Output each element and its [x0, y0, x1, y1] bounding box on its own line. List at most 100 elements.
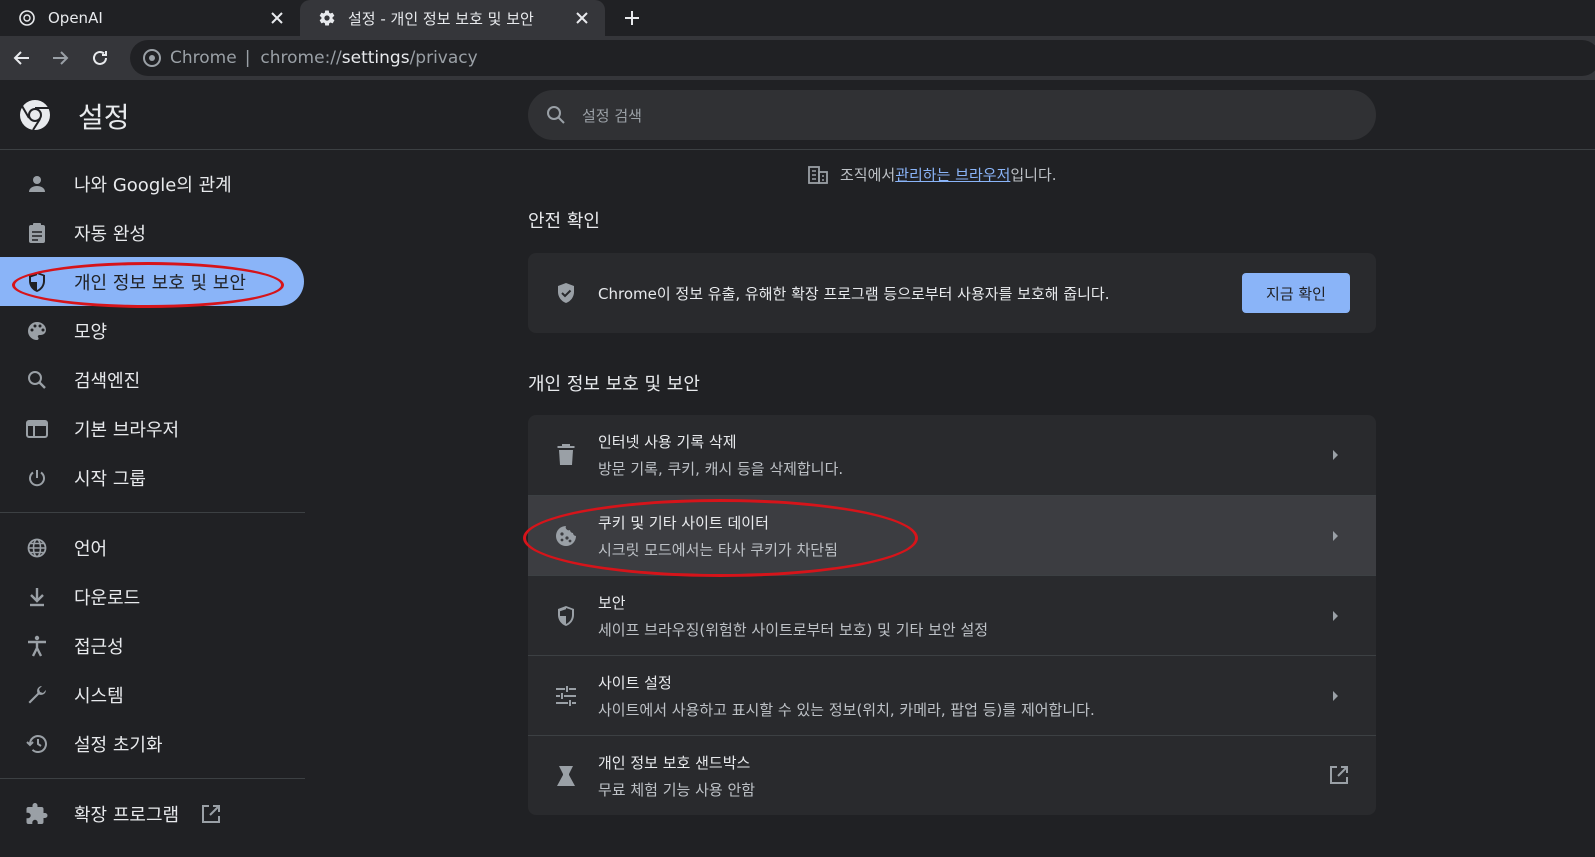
open-in-new-icon[interactable] [1328, 764, 1350, 786]
tab-label: OpenAI [48, 9, 103, 27]
sidebar-item-label: 자동 완성 [74, 223, 146, 245]
palette-icon [26, 320, 48, 342]
row-title: 사이트 설정 [598, 673, 672, 692]
new-tab-button[interactable] [618, 4, 646, 32]
sidebar-item-label: 검색엔진 [74, 370, 141, 392]
row-text: 인터넷 사용 기록 삭제 방문 기록, 쿠키, 캐시 등을 삭제합니다. [598, 431, 843, 479]
row-cookies[interactable]: 쿠키 및 기타 사이트 데이터 시크릿 모드에서는 타사 쿠키가 차단됨 [528, 495, 1376, 575]
managed-prefix: 조직에서 [840, 166, 896, 184]
tab-openai[interactable]: OpenAI [0, 0, 300, 36]
row-clear-browsing-data[interactable]: 인터넷 사용 기록 삭제 방문 기록, 쿠키, 캐시 등을 삭제합니다. [528, 415, 1376, 495]
shield-icon [26, 271, 48, 293]
tab-strip: OpenAI 설정 - 개인 정보 보호 및 보안 [0, 0, 1595, 36]
tab-label: 설정 - 개인 정보 보호 및 보안 [348, 9, 534, 28]
row-subtitle: 시크릿 모드에서는 타사 쿠키가 차단됨 [598, 540, 838, 559]
privacy-section-title: 개인 정보 보호 및 보안 [528, 374, 700, 395]
privacy-list: 인터넷 사용 기록 삭제 방문 기록, 쿠키, 캐시 등을 삭제합니다. 쿠키 … [528, 415, 1376, 815]
row-privacy-sandbox[interactable]: 개인 정보 보호 샌드박스 무료 체험 기능 사용 안함 [528, 735, 1376, 815]
omnibox-chip: Chrome [170, 48, 237, 68]
sidebar-item-accessibility[interactable]: 접근성 [0, 621, 305, 670]
search-icon [547, 106, 565, 124]
person-icon [26, 173, 48, 195]
plus-icon [625, 11, 639, 25]
sidebar-item-label: 시스템 [74, 685, 124, 707]
sidebar-item-label: 모양 [74, 321, 108, 343]
sidebar: 나와 Google의 관계 자동 완성 개인 정보 보호 및 보안 모양 검색엔… [0, 150, 305, 838]
reload-button[interactable] [86, 44, 114, 72]
row-subtitle: 방문 기록, 쿠키, 캐시 등을 삭제합니다. [598, 460, 844, 478]
row-text: 쿠키 및 기타 사이트 데이터 시크릿 모드에서는 타사 쿠키가 차단됨 [598, 512, 838, 560]
forward-button[interactable] [46, 44, 74, 72]
sidebar-item-extensions[interactable]: 확장 프로그램 [0, 789, 305, 838]
wrench-icon [26, 684, 48, 706]
omnibox-separator: | [244, 48, 251, 68]
managed-suffix: 입니다. [1010, 166, 1057, 184]
sidebar-item-label: 기본 브라우저 [74, 419, 180, 441]
row-text: 개인 정보 보호 샌드박스 무료 체험 기능 사용 안함 [598, 752, 755, 800]
sidebar-item-on-startup[interactable]: 시작 그룹 [0, 453, 305, 502]
sidebar-item-you-and-google[interactable]: 나와 Google의 관계 [0, 159, 305, 208]
open-in-new-icon [201, 804, 221, 824]
url-host: settings [341, 48, 410, 68]
safety-check-text: Chrome이 정보 유출, 유해한 확장 프로그램 등으로부터 사용자를 보호… [598, 284, 1110, 303]
globe-icon [26, 537, 48, 559]
sidebar-item-privacy[interactable]: 개인 정보 보호 및 보안 [0, 257, 304, 306]
safety-check-card: Chrome이 정보 유출, 유해한 확장 프로그램 등으로부터 사용자를 보호… [528, 253, 1376, 333]
browser-icon [26, 418, 48, 440]
managed-notice: 조직에서 관리하는 브라우저 입니다. [808, 164, 1057, 185]
search-placeholder: 설정 검색 [582, 106, 642, 125]
close-icon[interactable] [268, 9, 286, 27]
settings-search-input[interactable]: 설정 검색 [528, 90, 1376, 140]
close-icon[interactable] [573, 9, 591, 27]
sidebar-item-label: 확장 프로그램 [74, 804, 180, 826]
sidebar-item-reset[interactable]: 설정 초기화 [0, 719, 305, 768]
row-text: 보안 세이프 브라우징(위험한 사이트로부터 보호) 및 기타 보안 설정 [598, 592, 988, 640]
tab-settings[interactable]: 설정 - 개인 정보 보호 및 보안 [300, 0, 605, 36]
back-button[interactable] [8, 44, 36, 72]
sidebar-item-label: 나와 Google의 관계 [74, 174, 232, 196]
url-path: /privacy [409, 48, 478, 68]
address-bar[interactable]: Chrome | chrome://settings/privacy [130, 40, 1595, 76]
sidebar-item-label: 설정 초기화 [74, 734, 163, 756]
row-site-settings[interactable]: 사이트 설정 사이트에서 사용하고 표시할 수 있는 정보(위치, 카메라, 팝… [528, 655, 1376, 735]
clipboard-icon [26, 222, 48, 244]
chevron-right-icon [1326, 686, 1346, 706]
puzzle-icon [26, 802, 48, 825]
sidebar-divider [0, 512, 305, 513]
download-icon [26, 586, 48, 608]
history-icon [26, 733, 48, 755]
sidebar-item-languages[interactable]: 언어 [0, 523, 305, 572]
sidebar-item-label: 개인 정보 보호 및 보안 [74, 272, 246, 294]
row-subtitle: 세이프 브라우징(위험한 사이트로부터 보호) 및 기타 보안 설정 [598, 620, 989, 639]
sidebar-item-label: 접근성 [74, 636, 124, 658]
gear-icon [318, 9, 336, 27]
chevron-right-icon [1326, 526, 1346, 546]
sidebar-item-appearance[interactable]: 모양 [0, 306, 305, 355]
sidebar-item-default-browser[interactable]: 기본 브라우저 [0, 404, 305, 453]
tune-icon [554, 684, 578, 708]
chevron-right-icon [1326, 606, 1346, 626]
row-security[interactable]: 보안 세이프 브라우징(위험한 사이트로부터 보호) 및 기타 보안 설정 [528, 575, 1376, 655]
row-subtitle: 무료 체험 기능 사용 안함 [598, 780, 756, 799]
chrome-icon [143, 49, 161, 67]
arrow-left-icon [13, 51, 29, 65]
sidebar-item-label: 시작 그룹 [74, 468, 146, 490]
settings-header: 설정 설정 검색 [0, 80, 1595, 150]
sidebar-divider [0, 778, 305, 779]
sidebar-item-system[interactable]: 시스템 [0, 670, 305, 719]
row-text: 사이트 설정 사이트에서 사용하고 표시할 수 있는 정보(위치, 카메라, 팝… [598, 672, 1095, 720]
building-icon [808, 165, 828, 184]
sidebar-item-downloads[interactable]: 다운로드 [0, 572, 305, 621]
sidebar-item-autofill[interactable]: 자동 완성 [0, 208, 305, 257]
row-subtitle: 사이트에서 사용하고 표시할 수 있는 정보(위치, 카메라, 팝업 등)를 제… [598, 700, 1095, 719]
check-now-button[interactable]: 지금 확인 [1242, 273, 1350, 313]
sidebar-item-search-engine[interactable]: 검색엔진 [0, 355, 305, 404]
flask-icon [554, 764, 578, 788]
managed-browser-link[interactable]: 관리하는 브라우저 [895, 164, 1010, 185]
row-title: 개인 정보 보호 샌드박스 [598, 753, 751, 772]
row-title: 쿠키 및 기타 사이트 데이터 [598, 513, 769, 532]
reload-icon [93, 50, 107, 65]
shield-icon [554, 604, 578, 628]
search-icon [26, 369, 48, 391]
row-title: 인터넷 사용 기록 삭제 [598, 433, 737, 451]
